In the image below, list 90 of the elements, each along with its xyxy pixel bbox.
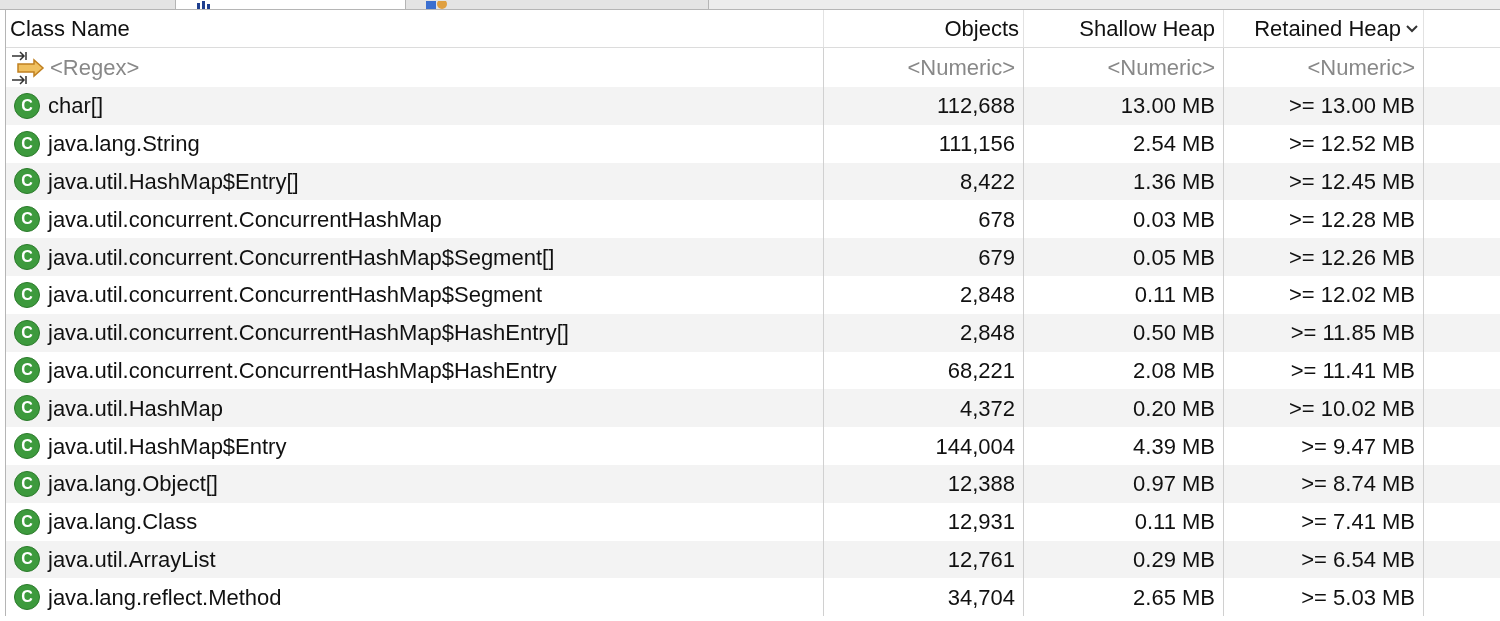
table-row[interactable]: C java.util.HashMap 4,372 0.20 MB >= 10.02 MB (6, 389, 1500, 428)
filter-field[interactable]: <Numeric> (907, 51, 1019, 84)
class-icon: C (14, 433, 40, 460)
table-cell-text: java.lang.reflect.Method (48, 583, 282, 612)
objects-icon (426, 1, 448, 9)
table-row[interactable]: C char[] 112,688 13.00 MB >= 13.00 MB (6, 87, 1500, 125)
table-cell-text: 679 (978, 243, 1016, 272)
table-cell-text: java.lang.Class (48, 508, 198, 537)
table-cell-text: 12,761 (947, 545, 1016, 574)
table-cell-text: 144,004 (935, 432, 1016, 461)
table-cell-text: >= 13.00 MB (1289, 92, 1416, 121)
table-cell-text: 0.97 MB (1133, 470, 1216, 499)
filter-field[interactable]: <Numeric> (1307, 51, 1419, 84)
table-cell-text: >= 12.28 MB (1289, 205, 1416, 234)
class-icon: C (14, 168, 40, 195)
table-cell-text: >= 12.52 MB (1289, 130, 1416, 159)
column-header[interactable]: Retained Heap (1224, 10, 1424, 47)
class-icon: C (14, 508, 40, 535)
class-icon: C (14, 357, 40, 384)
table-row[interactable]: C java.util.concurrent.ConcurrentHashMap$Segment[] 679 0.05 MB >= 12.26 MB (6, 238, 1500, 276)
table-cell-text: java.util.concurrent.ConcurrentHashMap$HashEntry (48, 356, 557, 385)
table-cell-text: 0.50 MB (1133, 319, 1216, 348)
table-cell-text: 68,221 (947, 356, 1016, 385)
tab[interactable] (176, 0, 406, 9)
table-cell-text: 34,704 (947, 583, 1016, 612)
table-cell-text: java.lang.String (48, 130, 200, 159)
filter-field[interactable]: <Regex> (50, 51, 144, 84)
class-icon: C (14, 470, 40, 497)
table-cell-text: >= 8.74 MB (1301, 470, 1416, 499)
table-cell-text: java.util.concurrent.ConcurrentHashMap$Segment[] (48, 243, 555, 272)
table-row[interactable]: C java.util.ArrayList 12,761 0.29 MB >= 6.54 MB (6, 540, 1500, 579)
table-row[interactable]: C java.util.concurrent.ConcurrentHashMap$HashEntry[] 2,848 0.50 MB >= 11.85 MB (6, 313, 1500, 352)
table-cell-text: >= 12.02 MB (1289, 281, 1416, 310)
table-cell-text: java.util.HashMap (48, 394, 223, 423)
class-icon: C (14, 546, 40, 573)
table-cell-text: 4,372 (959, 394, 1016, 423)
table-cell-text: 1.36 MB (1133, 168, 1216, 196)
table-cell-text: 0.11 MB (1134, 281, 1216, 310)
table-cell-text: java.util.concurrent.ConcurrentHashMap$HashEntry[] (48, 319, 569, 348)
table-row[interactable]: C java.util.HashMap$Entry[] 8,422 1.36 MB >= 12.45 MB (6, 162, 1500, 201)
class-icon: C (14, 206, 40, 233)
class-icon: C (14, 244, 40, 271)
table-cell-text: java.util.ArrayList (48, 545, 216, 574)
table-cell-text: >= 11.41 MB (1290, 356, 1416, 385)
filter-icon (10, 49, 46, 86)
table-cell-text: char[] (48, 92, 104, 121)
table-cell-text: 112,688 (937, 92, 1016, 121)
class-icon: C (14, 584, 40, 611)
table-cell-text: 2,848 (959, 319, 1016, 348)
table-cell-text: 0.05 MB (1133, 243, 1216, 272)
table-cell-text: java.util.HashMap$Entry (48, 432, 287, 461)
table-cell-text: 4.39 MB (1133, 432, 1216, 461)
class-icon: C (14, 130, 40, 157)
table-cell-text: 0.03 MB (1133, 205, 1216, 234)
table-cell-text: 12,931 (947, 508, 1016, 537)
table-cell-text: 13.00 MB (1120, 92, 1216, 121)
table-row[interactable]: C java.lang.Object[] 12,388 0.97 MB >= 8.74 MB (6, 464, 1500, 503)
table-cell-text: 2,848 (959, 281, 1016, 310)
table-cell-text: >= 11.85 MB (1290, 319, 1416, 348)
class-icon: C (14, 319, 40, 346)
table-cell-text: >= 5.03 MB (1301, 583, 1416, 612)
table-cell-text: java.util.HashMap$Entry[] (48, 168, 299, 196)
table-cell-text: 111,156 (938, 130, 1016, 159)
table-cell-text: >= 12.26 MB (1289, 243, 1416, 272)
table-cell-text: java.lang.Object[] (48, 470, 218, 499)
sort-descending-icon (1405, 23, 1419, 34)
class-icon: C (14, 281, 40, 308)
table-cell-text: java.util.concurrent.ConcurrentHashMap (48, 205, 442, 234)
bar-chart-icon (196, 1, 212, 9)
class-icon: C (14, 395, 40, 422)
table-cell-text: >= 7.41 MB (1301, 508, 1416, 537)
class-icon: C (14, 92, 40, 119)
table-cell-text: 0.11 MB (1134, 508, 1216, 537)
table-cell-text: 2.54 MB (1133, 130, 1216, 159)
table-cell-text: 12,388 (947, 470, 1016, 499)
table-cell-text: 2.08 MB (1133, 356, 1216, 385)
table-cell-text: >= 6.54 MB (1301, 545, 1416, 574)
filter-field[interactable]: <Numeric> (1107, 51, 1219, 84)
table-cell-text: >= 9.47 MB (1301, 432, 1416, 461)
table-cell-text: 2.65 MB (1133, 583, 1216, 612)
table-cell-text: 8,422 (959, 168, 1016, 196)
table-cell-text: 0.29 MB (1133, 545, 1216, 574)
column-header[interactable]: Objects (824, 10, 1024, 47)
column-header[interactable]: Class Name (6, 10, 824, 47)
table-cell-text: 678 (978, 205, 1016, 234)
column-header[interactable]: Shallow Heap (1024, 10, 1224, 47)
table-cell-text: java.util.concurrent.ConcurrentHashMap$Segment (48, 281, 543, 310)
table-cell-text: >= 10.02 MB (1289, 394, 1416, 423)
table-cell-text: 0.20 MB (1133, 394, 1216, 423)
table-cell-text: >= 12.45 MB (1289, 168, 1416, 196)
